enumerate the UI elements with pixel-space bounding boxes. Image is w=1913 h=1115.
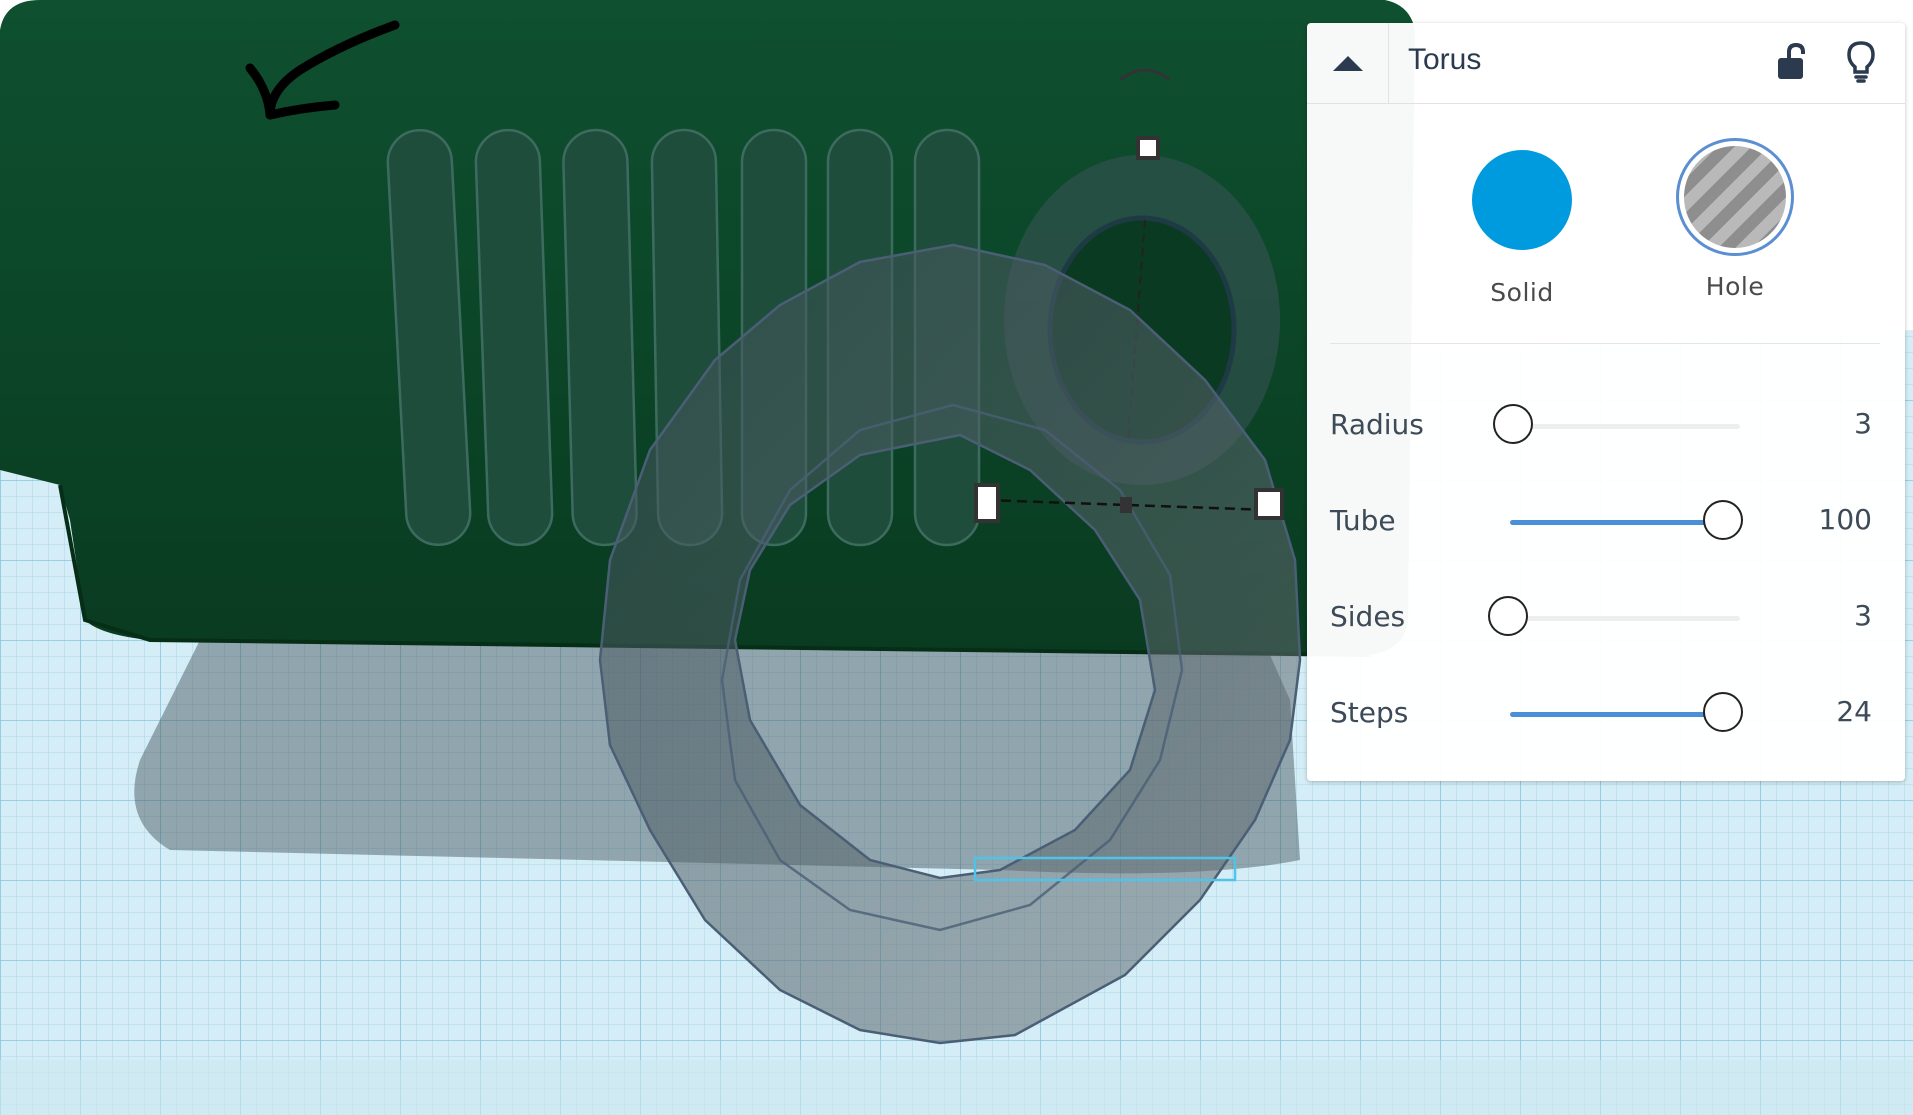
param-value[interactable]: 100: [1819, 503, 1872, 536]
tube-slider-track[interactable]: [1510, 520, 1720, 525]
hole-stripe-pattern: [1684, 146, 1786, 248]
param-tube: Tube 100: [1330, 492, 1880, 552]
param-label: Steps: [1330, 696, 1409, 729]
param-sides: Sides 3: [1330, 588, 1880, 648]
hole-option[interactable]: Hole: [1635, 138, 1835, 301]
param-label: Sides: [1330, 600, 1406, 633]
steps-slider-track[interactable]: [1510, 712, 1720, 717]
lock-button[interactable]: [1767, 37, 1815, 87]
caret-up-icon: [1332, 56, 1363, 71]
param-steps: Steps 24: [1330, 684, 1880, 744]
shape-title: Torus: [1408, 43, 1482, 76]
hole-swatch[interactable]: [1676, 138, 1794, 256]
param-value[interactable]: 24: [1836, 695, 1872, 728]
lightbulb-icon: [1847, 41, 1875, 83]
param-value[interactable]: 3: [1854, 599, 1872, 632]
shape-inspector-panel: Torus Solid Hole Radius 3 Tube 100 Sides…: [1307, 23, 1905, 781]
param-radius: Radius 3: [1330, 396, 1880, 456]
solid-label: Solid: [1490, 278, 1554, 307]
panel-header: Torus: [1307, 23, 1905, 104]
param-label: Radius: [1330, 408, 1424, 441]
sides-slider-track[interactable]: [1510, 616, 1740, 621]
param-label: Tube: [1330, 504, 1396, 537]
radius-slider-thumb[interactable]: [1493, 404, 1533, 444]
param-value[interactable]: 3: [1854, 407, 1872, 440]
radius-slider-track[interactable]: [1510, 424, 1740, 429]
hole-label: Hole: [1705, 272, 1765, 301]
hint-button[interactable]: [1837, 37, 1885, 87]
sides-slider-thumb[interactable]: [1488, 596, 1528, 636]
corner-handle-left[interactable]: [974, 483, 1000, 523]
panel-divider: [1330, 343, 1880, 344]
unlock-icon: [1778, 42, 1805, 79]
center-handle[interactable]: [1120, 497, 1132, 513]
solid-swatch[interactable]: [1472, 150, 1572, 250]
slider-fill: [1510, 520, 1720, 525]
collapse-button[interactable]: [1307, 23, 1389, 103]
tube-slider-thumb[interactable]: [1703, 500, 1743, 540]
steps-slider-thumb[interactable]: [1703, 692, 1743, 732]
corner-handle-right[interactable]: [1254, 488, 1284, 520]
slider-fill: [1510, 712, 1720, 717]
solid-option[interactable]: Solid: [1422, 138, 1622, 307]
height-handle[interactable]: [1136, 136, 1160, 160]
